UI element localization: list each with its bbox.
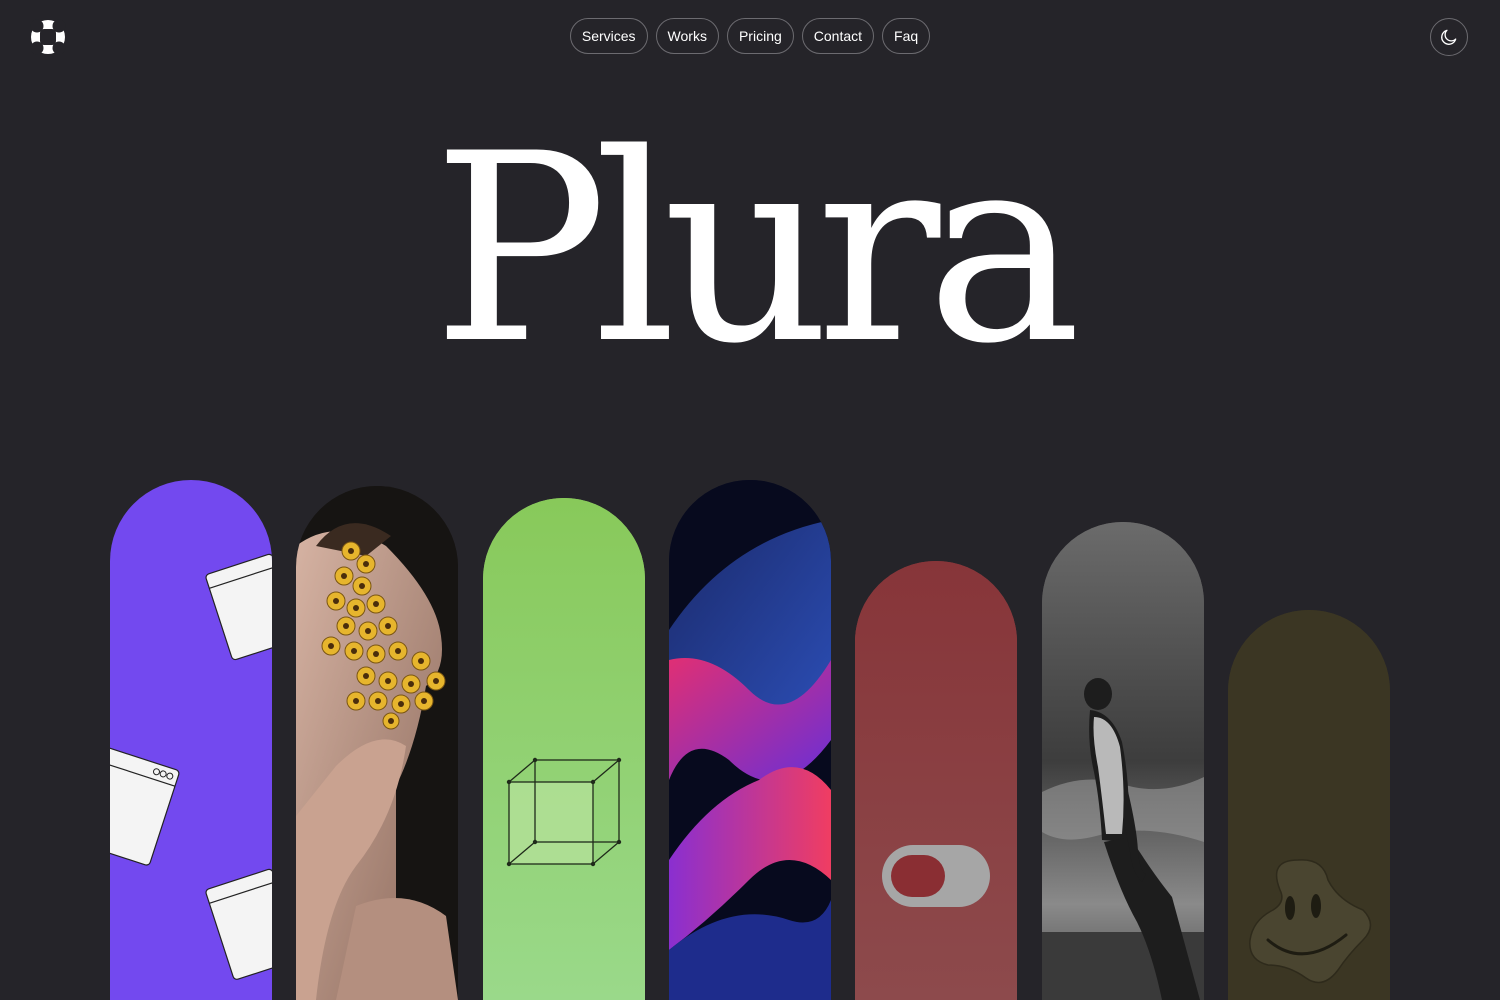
moon-icon: [1441, 29, 1457, 45]
card-man-sky-bw[interactable]: [1042, 522, 1204, 1000]
hero-title: Plura: [432, 99, 1082, 401]
nav-pricing[interactable]: Pricing: [726, 18, 794, 54]
nav-faq[interactable]: Faq: [882, 18, 931, 54]
card-smiley-blob[interactable]: [1228, 610, 1390, 1000]
nav-works[interactable]: Works: [655, 18, 719, 54]
card-abstract-waves[interactable]: [669, 480, 831, 1000]
card-sunflower-portrait[interactable]: [296, 486, 458, 1000]
nav-services[interactable]: Services: [569, 18, 648, 54]
card-wireframe-cube[interactable]: [483, 498, 645, 1000]
card-browser-windows[interactable]: [110, 480, 272, 1000]
page: Services Works Pricing Contact Faq Plura: [0, 0, 1500, 1000]
main-nav: Services Works Pricing Contact Faq: [0, 18, 1500, 54]
nav-contact[interactable]: Contact: [801, 18, 875, 54]
theme-toggle-button[interactable]: [1430, 18, 1468, 56]
card-toggle-switch[interactable]: [855, 561, 1017, 1000]
